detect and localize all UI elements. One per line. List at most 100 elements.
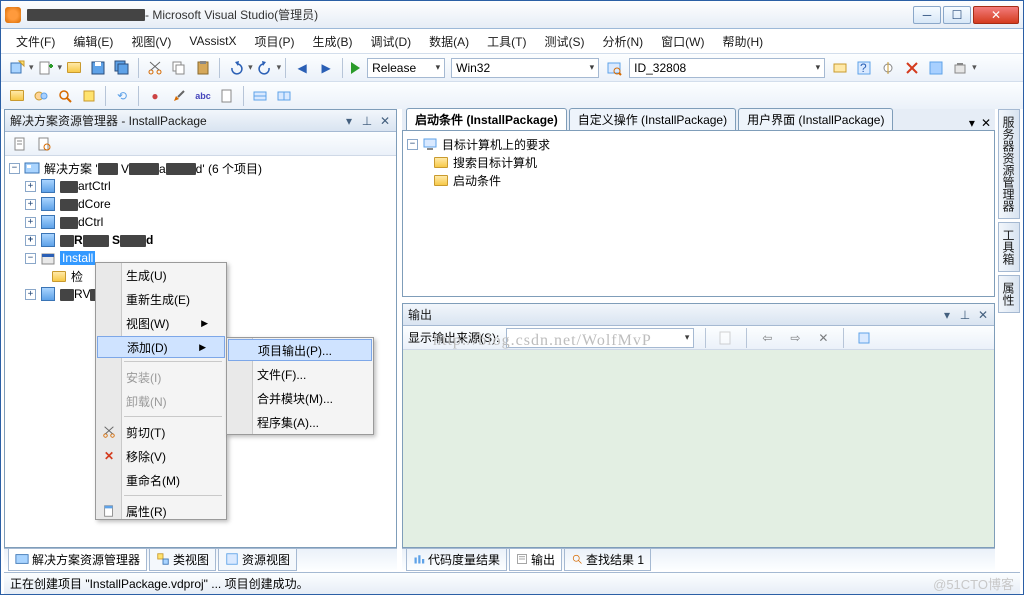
tab-resource-view[interactable]: 资源视图 xyxy=(218,549,297,571)
launch-root[interactable]: 目标计算机上的要求 xyxy=(442,136,550,153)
menu-tools[interactable]: 工具(T) xyxy=(478,30,535,53)
output-prev-icon[interactable]: ⇦ xyxy=(756,327,778,349)
va-doc-icon[interactable] xyxy=(216,85,238,107)
pin-icon[interactable]: ⊥ xyxy=(361,114,373,128)
show-all-icon[interactable] xyxy=(33,133,55,155)
config-combo[interactable]: Release▾ xyxy=(367,58,445,78)
expander-icon[interactable]: + xyxy=(25,181,36,192)
menu-file[interactable]: 文件(F) xyxy=(7,30,64,53)
tree-item[interactable]: artCtrl xyxy=(60,179,111,193)
expander-icon[interactable]: + xyxy=(25,289,36,300)
ctx-rename[interactable]: 重命名(M) xyxy=(96,468,226,492)
menu-view[interactable]: 视图(V) xyxy=(122,30,180,53)
menu-help[interactable]: 帮助(H) xyxy=(713,30,772,53)
tree-item[interactable]: dCtrl xyxy=(60,215,103,229)
menu-vassistx[interactable]: VAssistX xyxy=(180,31,245,51)
output-find-icon[interactable] xyxy=(715,327,737,349)
find-icon[interactable] xyxy=(603,57,625,79)
add-item-icon[interactable] xyxy=(35,57,57,79)
redo-icon[interactable] xyxy=(254,57,276,79)
expander-icon[interactable]: + xyxy=(25,199,36,210)
output-next-icon[interactable]: ⇨ xyxy=(784,327,806,349)
ctx-rebuild[interactable]: 重新生成(E) xyxy=(96,287,226,311)
menu-project[interactable]: 项目(P) xyxy=(245,30,303,53)
panel-close-icon[interactable]: ✕ xyxy=(977,308,989,322)
open-icon[interactable] xyxy=(63,57,85,79)
tab-user-interface[interactable]: 用户界面 (InstallPackage) xyxy=(738,108,893,130)
tab-find-results[interactable]: 查找结果 1 xyxy=(564,549,651,571)
ctx-view[interactable]: 视图(W)▶ xyxy=(96,311,226,335)
properties-icon[interactable] xyxy=(9,133,31,155)
va-box1-icon[interactable] xyxy=(249,85,271,107)
panel-close-icon[interactable]: ✕ xyxy=(379,114,391,128)
ctx-file[interactable]: 文件(F)... xyxy=(227,362,373,386)
menu-debug[interactable]: 调试(D) xyxy=(361,30,420,53)
launch-item[interactable]: 启动条件 xyxy=(453,172,501,189)
tab-output[interactable]: 输出 xyxy=(509,549,562,571)
panel-menu-icon[interactable]: ▾ xyxy=(343,114,355,128)
menu-test[interactable]: 测试(S) xyxy=(535,30,593,53)
tool-icon-3[interactable] xyxy=(877,57,899,79)
start-debug-icon[interactable] xyxy=(351,62,360,74)
undo-icon[interactable] xyxy=(225,57,247,79)
side-tab-properties[interactable]: 属性 xyxy=(998,275,1020,313)
expander-icon[interactable]: − xyxy=(25,253,36,264)
menu-window[interactable]: 窗口(W) xyxy=(652,30,713,53)
search-combo[interactable]: ID_32808▾ xyxy=(629,58,825,78)
va-box2-icon[interactable] xyxy=(273,85,295,107)
ctx-assembly[interactable]: 程序集(A)... xyxy=(227,410,373,434)
va-abc-icon[interactable]: abc xyxy=(192,85,214,107)
new-project-icon[interactable] xyxy=(6,57,28,79)
ctx-build[interactable]: 生成(U) xyxy=(96,263,226,287)
tool-icon-2[interactable]: ? xyxy=(853,57,875,79)
tab-custom-actions[interactable]: 自定义操作 (InstallPackage) xyxy=(569,108,736,130)
tree-item-selected[interactable]: Install xyxy=(60,251,95,265)
close-tab-icon[interactable]: ✕ xyxy=(981,116,991,130)
va-find-icon[interactable] xyxy=(54,85,76,107)
copy-icon[interactable] xyxy=(168,57,190,79)
launch-item[interactable]: 搜索目标计算机 xyxy=(453,154,537,171)
expander-icon[interactable]: − xyxy=(9,163,20,174)
platform-combo[interactable]: Win32▾ xyxy=(451,58,599,78)
minimize-button[interactable]: ─ xyxy=(913,6,941,24)
tool-icon-1[interactable] xyxy=(829,57,851,79)
output-body[interactable]: http://blog.csdn.net/WolfMvP xyxy=(403,350,994,547)
cut-icon[interactable] xyxy=(144,57,166,79)
ctx-add[interactable]: 添加(D)▶ xyxy=(97,336,225,358)
expander-icon[interactable]: − xyxy=(407,139,418,150)
paste-icon[interactable] xyxy=(192,57,214,79)
tree-item[interactable]: dCore xyxy=(60,197,111,211)
pin-icon[interactable]: ⊥ xyxy=(959,308,971,322)
va-class-icon[interactable] xyxy=(78,85,100,107)
tree-item[interactable]: 检 xyxy=(71,268,83,285)
ctx-merge-module[interactable]: 合并模块(M)... xyxy=(227,386,373,410)
nav-fwd-icon[interactable]: ▶ xyxy=(315,57,337,79)
save-all-icon[interactable] xyxy=(111,57,133,79)
close-button[interactable]: ✕ xyxy=(973,6,1019,24)
tab-solution-explorer[interactable]: 解决方案资源管理器 xyxy=(8,549,147,571)
menu-analyze[interactable]: 分析(N) xyxy=(593,30,652,53)
tree-item[interactable]: R Sd xyxy=(60,233,153,247)
panel-menu-icon[interactable]: ▾ xyxy=(941,308,953,322)
menu-build[interactable]: 生成(B) xyxy=(303,30,361,53)
va-brush-icon[interactable] xyxy=(168,85,190,107)
side-tab-server-explorer[interactable]: 服务器资源管理器 xyxy=(998,109,1020,219)
expander-icon[interactable]: + xyxy=(25,217,36,228)
ctx-cut[interactable]: 剪切(T) xyxy=(96,420,226,444)
ctx-properties[interactable]: 属性(R) xyxy=(96,499,226,523)
va-dot-icon[interactable]: ● xyxy=(144,85,166,107)
menu-data[interactable]: 数据(A) xyxy=(420,30,478,53)
dropdown-icon[interactable]: ▾ xyxy=(969,116,975,130)
ctx-remove[interactable]: ✕移除(V) xyxy=(96,444,226,468)
va-ref-icon[interactable]: ⟲ xyxy=(111,85,133,107)
launch-tree[interactable]: − 目标计算机上的要求 搜索目标计算机 启动条件 xyxy=(407,135,990,189)
menu-edit[interactable]: 编辑(E) xyxy=(64,30,122,53)
tool-icon-5[interactable] xyxy=(925,57,947,79)
tab-metrics[interactable]: 代码度量结果 xyxy=(406,549,507,571)
tab-launch-conditions[interactable]: 启动条件 (InstallPackage) xyxy=(406,108,567,130)
va-symbol-icon[interactable] xyxy=(30,85,52,107)
output-source-combo[interactable]: ▾ xyxy=(506,328,694,348)
tool-icon-4[interactable] xyxy=(901,57,923,79)
output-clear-icon[interactable]: ✕ xyxy=(812,327,834,349)
expander-icon[interactable]: + xyxy=(25,235,36,246)
